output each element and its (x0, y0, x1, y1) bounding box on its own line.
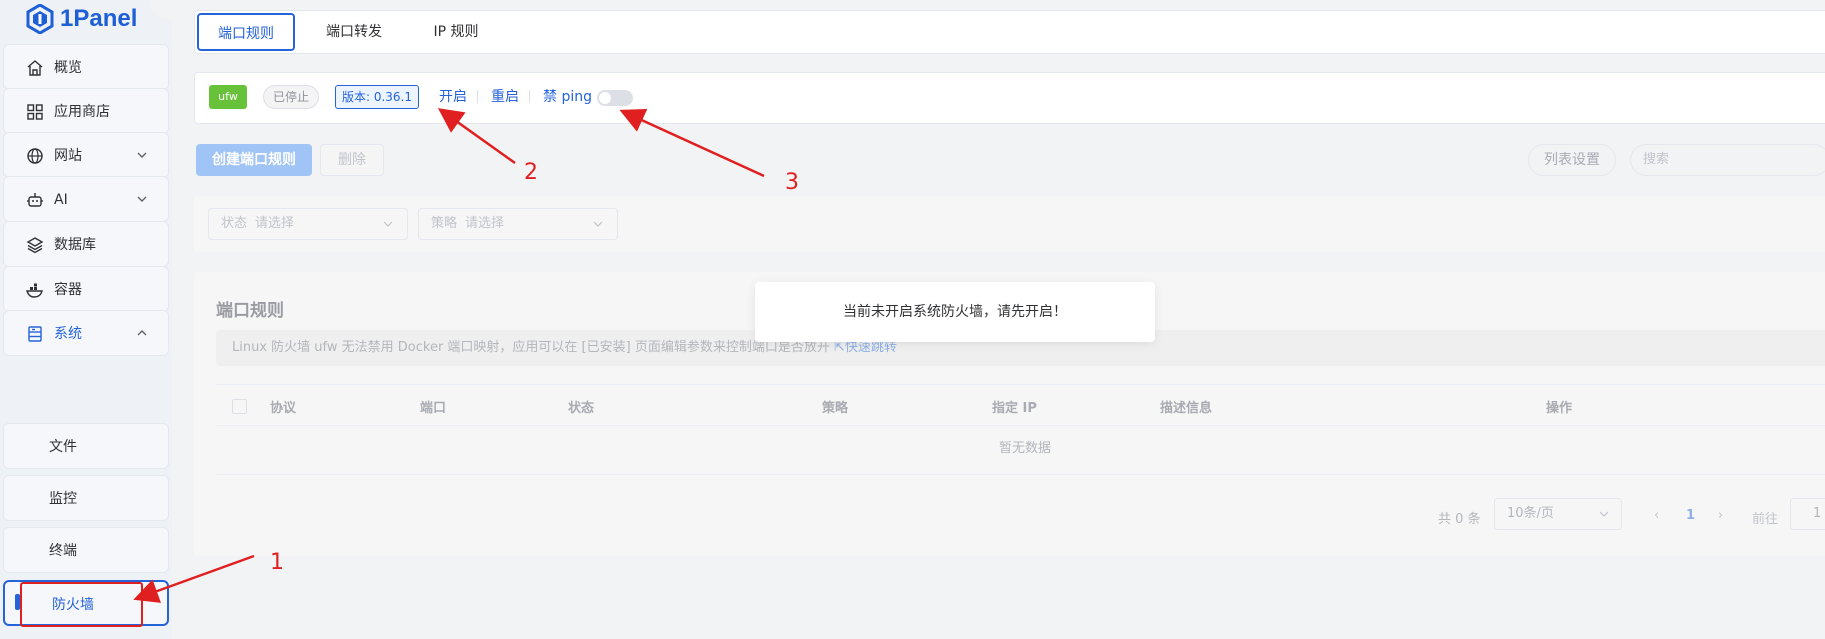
create-port-rule-button[interactable]: 创建端口规则 (196, 144, 312, 176)
pagination-total: 共 0 条 (1438, 512, 1481, 527)
tab-port-rules[interactable]: 端口规则 (197, 13, 295, 51)
sidebar-item-label: 概览 (54, 60, 82, 76)
table-header: 协议 端口 状态 策略 指定 IP 描述信息 操作 (216, 384, 1825, 426)
sidebar-item-label: AI (54, 192, 68, 208)
divider (477, 90, 478, 103)
goto-page-input[interactable]: 1 (1790, 498, 1825, 530)
logo-text: 1Panel (60, 5, 138, 32)
ping-toggle[interactable] (597, 90, 633, 106)
column-header: 操作 (1546, 401, 1573, 416)
sidebar-subitem-label: 监控 (49, 491, 77, 507)
sidebar-item-website[interactable]: 网站 (3, 132, 169, 178)
select-all-checkbox[interactable] (232, 399, 247, 414)
start-link[interactable]: 开启 (439, 88, 467, 106)
status-filter-select[interactable]: 状态 请选择 (208, 208, 408, 240)
version-badge: 版本: 0.36.1 (335, 85, 419, 109)
layers-icon (26, 237, 44, 254)
sidebar-item-label: 容器 (54, 282, 82, 298)
logo-icon (26, 4, 54, 34)
sidebar-subitem-label: 文件 (49, 439, 77, 455)
annotation-label-1: 1 (270, 550, 284, 575)
status-badge: 已停止 (263, 85, 319, 109)
sidebar: 1Panel 概览 应用商店 网站 AI 数据库 容器 系统 文件 监控 终端 (0, 0, 172, 639)
chevron-down-icon (137, 196, 147, 202)
sidebar-item-app-store[interactable]: 应用商店 (3, 88, 169, 134)
chevron-down-icon (137, 152, 147, 158)
globe-icon (27, 148, 43, 164)
panel-title: 端口规则 (216, 301, 284, 321)
filter-prefix: 策略 (431, 216, 458, 231)
list-settings-button[interactable]: 列表设置 (1528, 144, 1616, 176)
column-header: 端口 (420, 401, 447, 416)
sidebar-subitem-files[interactable]: 文件 (3, 423, 169, 469)
sidebar-subitem-monitor[interactable]: 监控 (3, 475, 169, 521)
filter-placeholder: 请选择 (255, 216, 295, 231)
firewall-status-bar: ufw 已停止 版本: 0.36.1 开启 重启 禁 ping (194, 72, 1825, 124)
annotation-label-2: 2 (524, 160, 538, 185)
sidebar-item-overview[interactable]: 概览 (3, 44, 169, 90)
sidebar-subitem-terminal[interactable]: 终端 (3, 527, 169, 573)
filter-bar: 状态 请选择 策略 请选择 (194, 196, 1825, 252)
filter-prefix: 状态 (221, 216, 248, 231)
search-input[interactable]: 搜索 (1630, 144, 1825, 176)
page-number[interactable]: 1 (1686, 508, 1695, 523)
column-header: 策略 (822, 401, 849, 416)
empty-state: 暂无数据 (216, 424, 1825, 475)
tab-port-forward[interactable]: 端口转发 (307, 13, 401, 51)
toggle-knob (599, 92, 611, 104)
sidebar-item-database[interactable]: 数据库 (3, 221, 169, 267)
delete-button[interactable]: 删除 (320, 144, 384, 176)
page-size-select[interactable]: 10条/页 (1494, 498, 1622, 530)
annotation-highlight-box (20, 582, 143, 627)
prev-page-button[interactable]: ‹ (1654, 508, 1659, 523)
sidebar-item-label: 应用商店 (54, 104, 110, 120)
quick-jump-link[interactable]: ⇱快速跳转 (834, 340, 897, 355)
divider (529, 90, 530, 103)
sidebar-item-ai[interactable]: AI (3, 176, 169, 222)
sidebar-item-label: 系统 (54, 326, 82, 342)
column-header: 状态 (568, 401, 595, 416)
robot-icon (27, 193, 43, 207)
home-icon (27, 60, 43, 76)
docker-icon (26, 283, 43, 298)
goto-label: 前往 (1752, 512, 1779, 527)
strategy-filter-select[interactable]: 策略 请选择 (418, 208, 618, 240)
sidebar-corner (150, 0, 172, 18)
logo[interactable]: 1Panel (26, 4, 137, 34)
chevron-down-icon (1599, 511, 1609, 517)
page-size-value: 10条/页 (1507, 506, 1554, 521)
column-header: 协议 (270, 401, 297, 416)
restart-link[interactable]: 重启 (491, 88, 519, 106)
annotation-label-3: 3 (785, 170, 799, 195)
server-icon (28, 326, 42, 342)
chevron-up-icon (137, 330, 147, 336)
chevron-down-icon (383, 221, 393, 227)
column-header: 描述信息 (1160, 401, 1213, 416)
sidebar-item-system[interactable]: 系统 (3, 310, 169, 356)
sidebar-item-label: 数据库 (54, 237, 96, 253)
next-page-button[interactable]: › (1718, 508, 1723, 523)
sidebar-item-label: 网站 (54, 148, 82, 164)
ping-label: 禁 ping (543, 89, 592, 105)
quick-jump-label: 快速跳转 (844, 340, 897, 355)
tab-bar: 端口规则 端口转发 IP 规则 (194, 10, 1825, 54)
column-header: 指定 IP (992, 401, 1037, 416)
engine-badge: ufw (209, 85, 247, 109)
tab-ip-rules[interactable]: IP 规则 (411, 13, 501, 51)
notice-text: Linux 防火墙 ufw 无法禁用 Docker 端口映射，应用可以在 [已安… (232, 340, 830, 355)
toast-message: 当前未开启系统防火墙，请先开启！ (755, 282, 1155, 342)
grid-icon (27, 104, 43, 120)
filter-placeholder: 请选择 (465, 216, 505, 231)
chevron-down-icon (593, 221, 603, 227)
sidebar-item-container[interactable]: 容器 (3, 266, 169, 312)
sidebar-subitem-label: 终端 (49, 543, 77, 559)
